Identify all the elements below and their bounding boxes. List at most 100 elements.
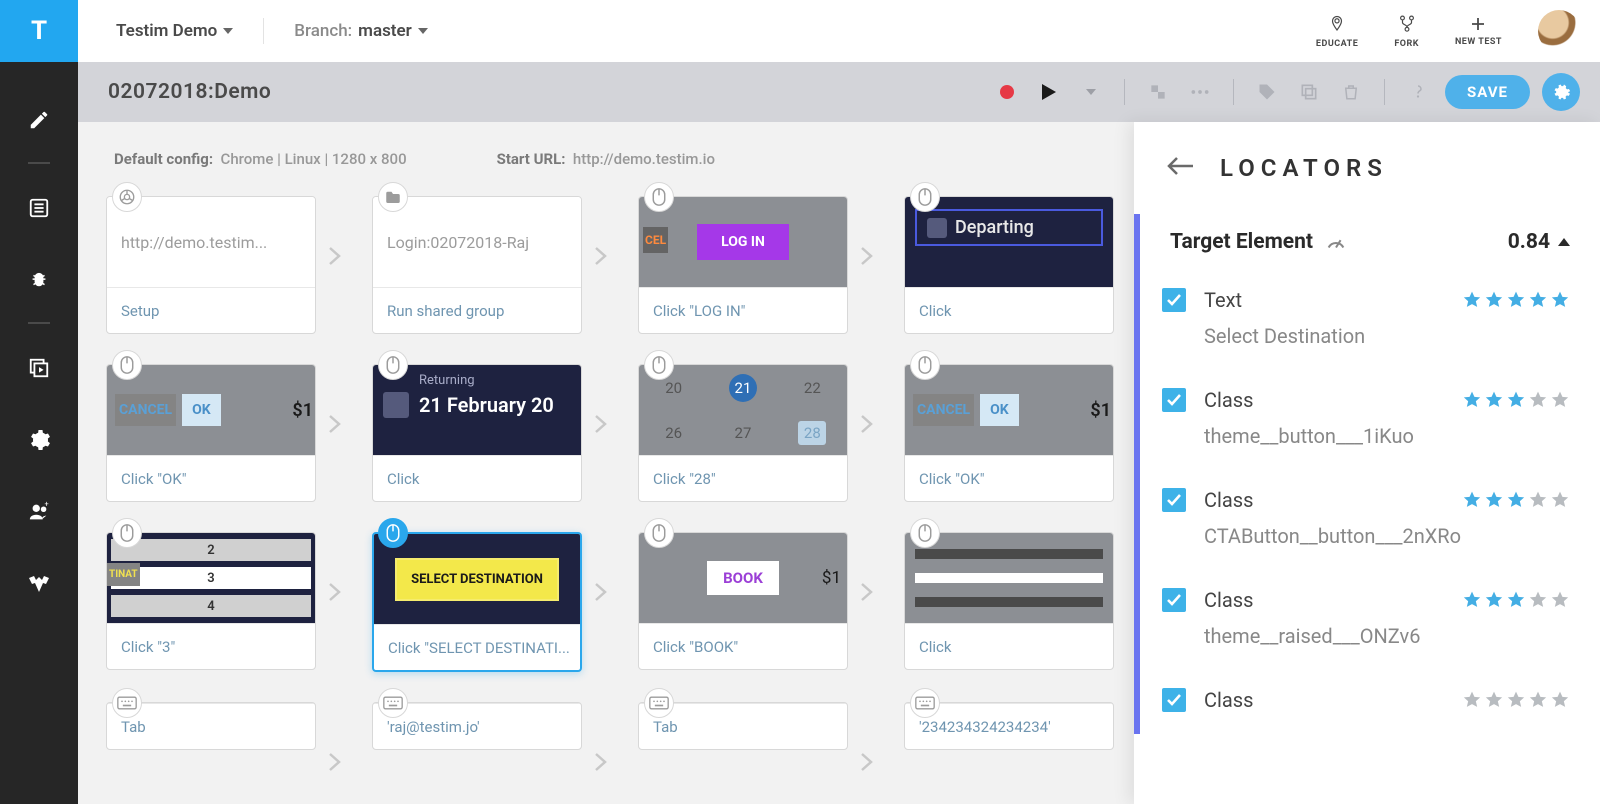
arrow-right-icon: [594, 246, 608, 270]
step-label: Click: [905, 623, 1113, 669]
step-type-icon: [910, 182, 940, 212]
play-more-button[interactable]: [1076, 77, 1106, 107]
list-icon[interactable]: [25, 194, 53, 222]
canvas: Default config: Chrome | Linux | 1280 x …: [78, 122, 1134, 804]
caret-up-icon: [1558, 238, 1570, 246]
step-card[interactable]: SELECT DESTINATION Click "SELECT DESTINA…: [372, 532, 582, 672]
edit-icon[interactable]: [25, 106, 53, 134]
step-card[interactable]: TINAT234 Click "3": [106, 532, 316, 672]
step-label: Click: [373, 455, 581, 501]
step-type-icon: [910, 518, 940, 548]
avatar[interactable]: [1538, 10, 1580, 52]
step-body: 202122262728 Click "28": [638, 364, 848, 502]
step-type-icon: [112, 518, 142, 548]
team-icon[interactable]: +: [25, 498, 53, 526]
step-card[interactable]: Returning21 February 20 Click: [372, 364, 582, 502]
tool-tag[interactable]: [1252, 77, 1282, 107]
locator-value: theme__raised___ONZv6: [1204, 624, 1570, 648]
step-body: http://demo.testim... Setup: [106, 196, 316, 334]
checkbox[interactable]: [1162, 588, 1186, 612]
test-settings-button[interactable]: [1542, 73, 1580, 111]
divider: [1233, 79, 1234, 105]
locator-item[interactable]: Class CTAButton__button___2nXRo: [1140, 470, 1600, 570]
step-card[interactable]: BOOK$1 Click "BOOK": [638, 532, 848, 672]
arrow-right-icon: [328, 582, 342, 606]
locators-list: Text Select Destination Class theme__but…: [1134, 270, 1600, 734]
step-card[interactable]: '234234324234234': [904, 702, 1114, 750]
step-card[interactable]: Click: [904, 532, 1114, 672]
checkbox[interactable]: [1162, 388, 1186, 412]
new-test-button[interactable]: NEW TEST: [1455, 15, 1502, 47]
branch-dropdown[interactable]: Branch: master: [294, 21, 428, 41]
step-type-icon: [378, 182, 408, 212]
pin-icon: [1328, 13, 1346, 35]
tool-more[interactable]: [1185, 77, 1215, 107]
logo[interactable]: T: [0, 0, 78, 62]
educate-label: EDUCATE: [1316, 39, 1358, 49]
back-button[interactable]: [1166, 155, 1194, 181]
step-type-icon: [644, 518, 674, 548]
step-card[interactable]: 202122262728 Click "28": [638, 364, 848, 502]
config-row: Default config: Chrome | Linux | 1280 x …: [114, 150, 1114, 168]
step-body: CELLOG IN Click "LOG IN": [638, 196, 848, 334]
top-right-actions: EDUCATE FORK NEW TEST: [1316, 10, 1580, 52]
arrow-right-icon: [860, 752, 874, 776]
locator-item[interactable]: Class theme__button___1iKuo: [1140, 370, 1600, 470]
locator-item[interactable]: Text Select Destination: [1140, 270, 1600, 370]
step-label: Click "OK": [905, 455, 1113, 501]
arrow-right-icon: [860, 246, 874, 270]
project-dropdown[interactable]: Testim Demo: [116, 21, 233, 41]
record-button[interactable]: [992, 77, 1022, 107]
target-score: 0.84: [1508, 230, 1550, 254]
step-card[interactable]: CANCELOK$1 Click "OK": [106, 364, 316, 502]
play-button[interactable]: [1034, 77, 1064, 107]
step-card[interactable]: 'raj@testim.jo': [372, 702, 582, 750]
step-card[interactable]: CANCELOK$1 Click "OK": [904, 364, 1114, 502]
target-label: Target Element: [1170, 230, 1313, 254]
arrow-right-icon: [594, 582, 608, 606]
locator-label: Class: [1204, 388, 1253, 412]
step-card[interactable]: Tab: [638, 702, 848, 750]
settings-icon[interactable]: [25, 426, 53, 454]
suites-icon[interactable]: [25, 354, 53, 382]
logo-letter: T: [31, 16, 47, 46]
step-label: Click "SELECT DESTINATI...: [374, 624, 580, 670]
panel-header: LOCATORS: [1134, 122, 1600, 214]
step-card[interactable]: Departing Click: [904, 196, 1114, 334]
target-element-row[interactable]: Target Element 0.84: [1134, 214, 1600, 270]
locator-value: Select Destination: [1204, 324, 1570, 348]
step-type-icon: [910, 350, 940, 380]
fork-icon: [1398, 13, 1416, 35]
bat-icon[interactable]: [25, 570, 53, 598]
save-button[interactable]: SAVE: [1445, 75, 1530, 109]
project-name: Testim Demo: [116, 21, 217, 41]
bug-icon[interactable]: [25, 266, 53, 294]
steps-grid: http://demo.testim... Setup Login:020720…: [106, 196, 1114, 750]
checkbox[interactable]: [1162, 488, 1186, 512]
panel-title: LOCATORS: [1220, 154, 1388, 182]
step-label: Run shared group: [373, 287, 581, 333]
step-body: SELECT DESTINATION Click "SELECT DESTINA…: [372, 532, 582, 672]
step-card[interactable]: CELLOG IN Click "LOG IN": [638, 196, 848, 334]
educate-button[interactable]: EDUCATE: [1316, 13, 1358, 49]
step-card[interactable]: http://demo.testim... Setup: [106, 196, 316, 334]
fork-button[interactable]: FORK: [1394, 13, 1419, 49]
tool-history[interactable]: [1143, 77, 1173, 107]
tool-delete[interactable]: [1336, 77, 1366, 107]
locator-item[interactable]: Class: [1140, 670, 1600, 734]
tool-copy[interactable]: [1294, 77, 1324, 107]
locator-value: CTAButton__button___2nXRo: [1204, 524, 1570, 548]
start-url-label: Start URL:: [497, 150, 566, 168]
step-body: CANCELOK$1 Click "OK": [904, 364, 1114, 502]
step-card[interactable]: Login:02072018-Raj Run shared group: [372, 196, 582, 334]
tool-help[interactable]: [1403, 77, 1433, 107]
chevron-down-icon: [418, 28, 428, 34]
step-card[interactable]: Tab: [106, 702, 316, 750]
locator-stars: [1462, 390, 1570, 410]
arrow-right-icon: [328, 246, 342, 270]
checkbox[interactable]: [1162, 288, 1186, 312]
checkbox[interactable]: [1162, 688, 1186, 712]
locator-stars: [1462, 690, 1570, 710]
locator-item[interactable]: Class theme__raised___ONZv6: [1140, 570, 1600, 670]
left-rail: T +: [0, 0, 78, 804]
